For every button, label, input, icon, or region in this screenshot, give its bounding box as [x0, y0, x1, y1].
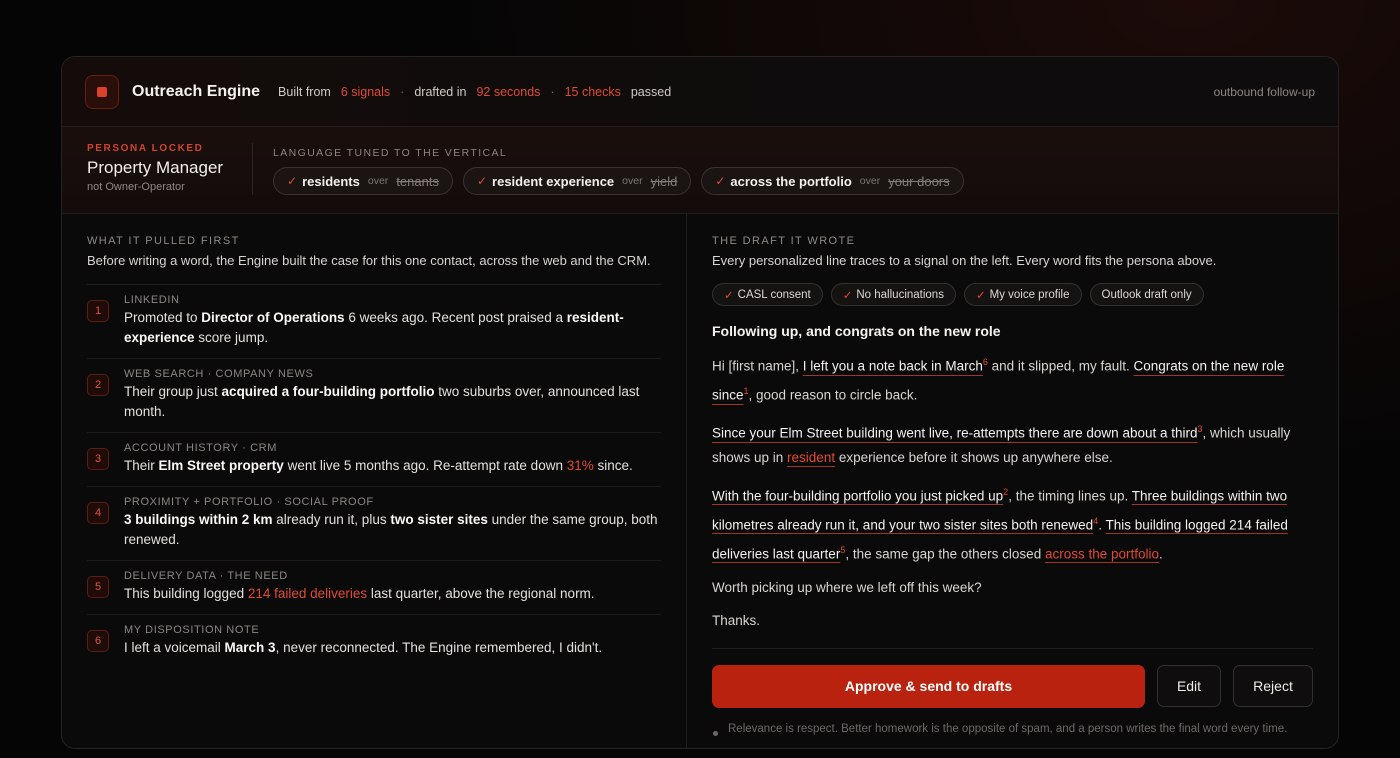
- bullet-icon: [713, 730, 718, 736]
- footnote: Relevance is respect. Better homework is…: [712, 722, 1313, 737]
- persona-sub: not Owner-Operator: [87, 181, 185, 193]
- outreach-card: Outreach Engine Built from 6 signals · d…: [61, 56, 1339, 749]
- separator-dot: ·: [550, 84, 555, 99]
- signal-number: 6: [87, 630, 109, 652]
- signal-text: This building logged 214 failed deliveri…: [124, 586, 595, 601]
- email-paragraph: Worth picking up where we left off this …: [712, 579, 982, 595]
- signal-source: WEB SEARCH · COMPANY NEWS: [124, 368, 314, 380]
- checks-count: 15 checks: [564, 84, 621, 99]
- signals-panel: WHAT IT PULLED FIRST Before writing a wo…: [62, 214, 687, 748]
- signal-item[interactable]: 3 ACCOUNT HISTORY · CRM Their Elm Street…: [87, 433, 661, 487]
- language-chip[interactable]: ✓ resident experience over yield: [462, 167, 692, 195]
- signal-number: 5: [87, 576, 109, 598]
- signal-item[interactable]: 2 WEB SEARCH · COMPANY NEWS Their group …: [87, 359, 661, 433]
- email-paragraph: With the four-building portfolio you jus…: [712, 486, 1288, 562]
- passed-label: passed: [630, 84, 672, 99]
- signal-item[interactable]: 5 DELIVERY DATA · THE NEED This building…: [87, 561, 661, 615]
- content-columns: WHAT IT PULLED FIRST Before writing a wo…: [62, 214, 1338, 748]
- app-title: Outreach Engine: [132, 82, 261, 100]
- persona-strip: PERSONA LOCKED Property Manager not Owne…: [62, 127, 1338, 214]
- check-icon: ✓: [975, 289, 986, 302]
- signal-text: Promoted to Director of Operations 6 wee…: [124, 310, 624, 345]
- signal-number: 1: [87, 300, 109, 322]
- built-from-label: Built from: [278, 84, 331, 99]
- action-bar: Approve & send to drafts Edit Reject: [712, 664, 1313, 708]
- persona-block: PERSONA LOCKED Property Manager not Owne…: [87, 143, 253, 195]
- language-label: LANGUAGE TUNED TO THE VERTICAL: [273, 147, 508, 159]
- signals-heading: WHAT IT PULLED FIRST: [87, 235, 240, 247]
- signal-item[interactable]: 1 LINKEDIN Promoted to Director of Opera…: [87, 285, 661, 359]
- draft-duration: 92 seconds: [476, 84, 541, 99]
- check-icon: ✓: [287, 174, 298, 188]
- stop-square-icon[interactable]: [85, 74, 119, 109]
- mode-label: outbound follow-up: [1213, 84, 1315, 99]
- signal-number: 4: [87, 502, 109, 524]
- signal-item[interactable]: 4 PROXIMITY + PORTFOLIO · SOCIAL PROOF 3…: [87, 487, 661, 561]
- email-signoff: Thanks.: [712, 613, 761, 628]
- signals-description: Before writing a word, the Engine built …: [87, 253, 651, 268]
- check-icon: ✓: [842, 289, 853, 302]
- badge-no-hallucinations: ✓ No hallucinations: [830, 283, 956, 306]
- reject-button[interactable]: Reject: [1233, 665, 1313, 707]
- check-icon: ✓: [715, 174, 726, 188]
- persona-name: Property Manager: [87, 158, 224, 177]
- signal-item[interactable]: 6 MY DISPOSITION NOTE I left a voicemail…: [87, 615, 661, 668]
- signal-text: Their group just acquired a four-buildin…: [124, 384, 640, 419]
- persona-locked-label: PERSONA LOCKED: [87, 143, 204, 154]
- signal-source: LINKEDIN: [124, 294, 180, 306]
- language-chips: ✓ residents over tenants ✓ resident expe…: [273, 167, 964, 195]
- signal-text: 3 buildings within 2 km already run it, …: [124, 512, 658, 547]
- check-badges: ✓ CASL consent ✓ No hallucinations ✓ My voi…: [712, 283, 1313, 306]
- signal-text: I left a voicemail March 3, never reconn…: [124, 640, 603, 655]
- draft-description: Every personalized line traces to a sign…: [712, 253, 1217, 268]
- check-icon: ✓: [476, 174, 488, 188]
- drafted-in-label: drafted in: [414, 84, 467, 99]
- email-paragraph: Hi [first name], I left you a note back …: [712, 357, 1285, 403]
- badge-voice-profile: ✓ My voice profile: [963, 283, 1082, 306]
- divider: [712, 647, 1313, 649]
- signals-count: 6 signals: [340, 84, 391, 99]
- edit-button[interactable]: Edit: [1157, 665, 1221, 707]
- build-meta: Built from 6 signals · drafted in 92 sec…: [278, 85, 671, 99]
- signal-text: Their Elm Street property went live 5 mo…: [124, 458, 633, 473]
- language-block: LANGUAGE TUNED TO THE VERTICAL ✓ residen…: [273, 143, 964, 195]
- signal-source: MY DISPOSITION NOTE: [124, 624, 260, 636]
- language-chip[interactable]: ✓ across the portfolio over your doors: [701, 167, 964, 195]
- approve-button[interactable]: Approve & send to drafts: [712, 664, 1145, 708]
- signal-source: ACCOUNT HISTORY · CRM: [124, 442, 277, 454]
- draft-heading: THE DRAFT IT WROTE: [712, 235, 856, 247]
- signal-number: 3: [87, 448, 109, 470]
- draft-panel: THE DRAFT IT WROTE Every personalized li…: [687, 214, 1338, 748]
- email-subject: Following up, and congrats on the new ro…: [712, 323, 1001, 339]
- separator-dot: ·: [400, 84, 405, 99]
- card-header: Outreach Engine Built from 6 signals · d…: [62, 57, 1338, 127]
- badge-casl: ✓ CASL consent: [712, 283, 823, 306]
- signal-list: 1 LINKEDIN Promoted to Director of Opera…: [87, 284, 661, 668]
- signal-number: 2: [87, 374, 109, 396]
- language-chip[interactable]: ✓ residents over tenants: [273, 167, 453, 195]
- check-icon: ✓: [724, 289, 734, 302]
- signal-source: PROXIMITY + PORTFOLIO · SOCIAL PROOF: [124, 496, 374, 508]
- email-paragraph: Since your Elm Street building went live…: [712, 424, 1291, 465]
- signal-source: DELIVERY DATA · THE NEED: [124, 570, 288, 582]
- badge-outlook-draft: Outlook draft only: [1089, 283, 1204, 306]
